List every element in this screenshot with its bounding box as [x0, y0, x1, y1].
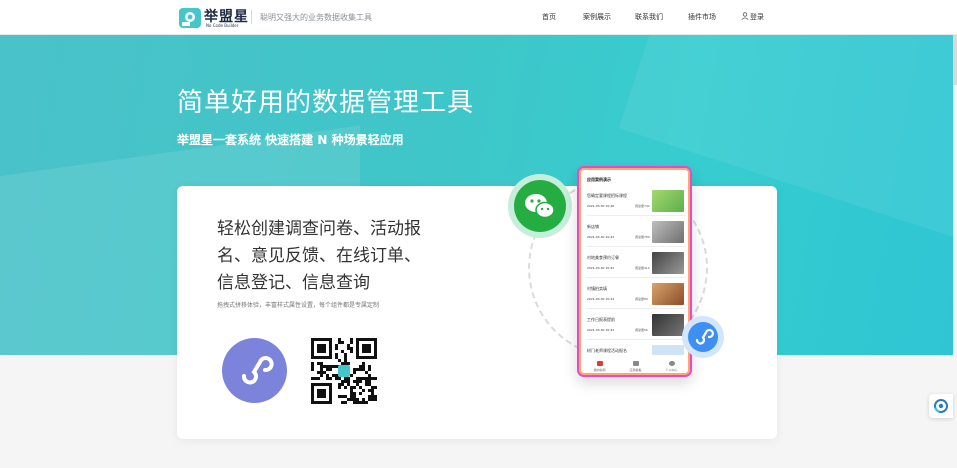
templates-icon [632, 361, 639, 366]
phone-tab-label: 我的案例 [593, 368, 606, 372]
list-item: 树门老师课程活动报名 [587, 343, 686, 357]
phone-tab-cases: 我的案例 [587, 361, 612, 372]
nav-plugin-market[interactable]: 插件市场 [688, 12, 716, 22]
list-item-views: 阅读量41k [635, 266, 650, 270]
list-item-date: 2021-03-30 10:43 [587, 266, 615, 270]
list-item-thumbnail [652, 314, 684, 336]
cases-icon [596, 361, 603, 366]
list-item: 村镇拍卖填 2021-03-30 10:44 阅读量89 [587, 281, 686, 309]
list-item-date: 2021-03-30 10:44 [587, 297, 615, 301]
top-header: 举盟星 No Code Builder 聪明又强大的业务数据收集工具 首页 案例… [0, 0, 957, 35]
header-tagline: 聪明又强大的业务数据收集工具 [260, 13, 372, 22]
list-item: 您确定要课程招标课程 2021-03-30 10:46 阅读量742 [587, 188, 686, 216]
hero-title: 简单好用的数据管理工具 [177, 88, 475, 118]
phone-mockup: 应用案例演示 您确定要课程招标课程 2021-03-30 10:46 阅读量74… [577, 166, 692, 377]
phone-header: 应用案例演示 [587, 177, 611, 182]
list-item: 村地美食预约订餐 2021-03-30 10:43 阅读量41k [587, 250, 686, 278]
phone-tab-profile: 个人中心 [659, 361, 684, 372]
phone-tab-label: 应用模板 [629, 368, 642, 372]
nav-login[interactable]: 登录 [750, 12, 764, 22]
profile-icon [668, 361, 675, 366]
list-item-title: 村镇拍卖填 [587, 286, 607, 291]
list-item-date: 2021-03-30 10:46 [587, 204, 615, 208]
card-title: 轻松创建调查问卷、活动报名、意见反馈、在线订单、信息登记、信息查询 [217, 219, 421, 293]
list-item-thumbnail [652, 252, 684, 274]
list-item-date: 2021-03-30 10:43 [587, 328, 615, 332]
card-description: 拖拽式拼移体验，丰富样式属性设置，每个组件都是专属定制 [217, 302, 380, 309]
list-item-title: 工作日报表提前 [587, 317, 615, 322]
hero-subtitle: 举盟星一套系统 快速搭建 N 种场景轻应用 [177, 133, 404, 147]
list-item-title: 新店铺 [587, 224, 599, 229]
header-divider [251, 10, 252, 24]
list-item-title: 您确定要课程招标课程 [587, 193, 627, 198]
chat-widget-icon[interactable] [929, 394, 953, 418]
logo-icon[interactable] [179, 8, 201, 28]
list-item-views: 阅读量742 [635, 204, 650, 208]
list-item-date: 2021-03-30 10:43 [587, 235, 615, 239]
nav-contact[interactable]: 联系我们 [635, 12, 663, 22]
list-item-thumbnail [652, 221, 684, 243]
list-item: 新店铺 2021-03-30 10:43 阅读量789 [587, 219, 686, 247]
user-icon[interactable] [741, 12, 749, 20]
list-item-views: 阅读量89 [635, 297, 648, 301]
list-item-thumbnail [652, 283, 684, 305]
chat-widget[interactable] [929, 394, 953, 418]
list-item: 工作日报表提前 2021-03-30 10:43 阅读量56 [587, 312, 686, 340]
mini-program-logo [222, 338, 287, 403]
list-item-views: 阅读量56 [635, 328, 648, 332]
scrollbar[interactable] [953, 35, 957, 85]
wechat-icon [514, 180, 566, 232]
mini-program-icon [688, 322, 718, 352]
list-item-views: 阅读量789 [635, 235, 650, 239]
mini-program-icon [242, 356, 274, 385]
phone-tab-label: 个人中心 [665, 368, 678, 372]
list-item-thumbnail [652, 345, 684, 355]
nav-home[interactable]: 首页 [542, 12, 556, 22]
list-item-title: 村地美食预约订餐 [587, 255, 619, 260]
qr-code [311, 338, 377, 404]
list-item-title: 树门老师课程活动报名 [587, 348, 627, 353]
list-item-thumbnail [652, 190, 684, 212]
phone-tab-templates: 应用模板 [623, 361, 648, 372]
nav-cases[interactable]: 案例展示 [583, 12, 611, 22]
logo-subtitle: No Code Builder [206, 23, 239, 28]
